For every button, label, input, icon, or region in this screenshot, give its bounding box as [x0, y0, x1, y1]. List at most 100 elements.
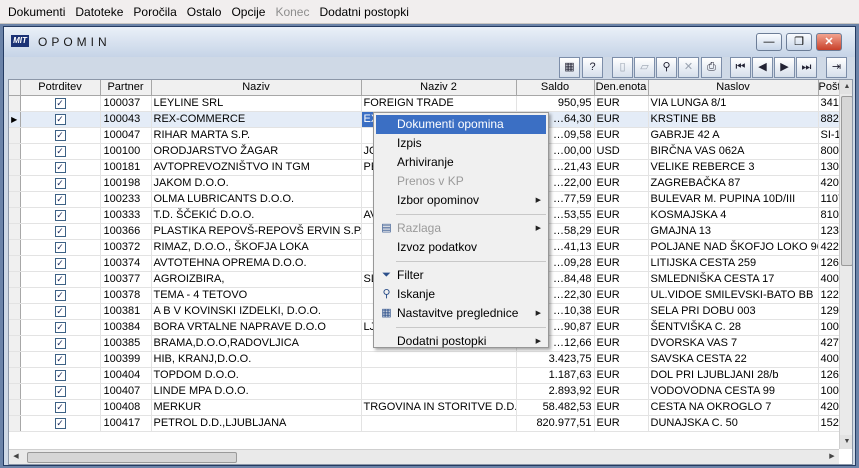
last-record-button[interactable]: ⏭	[796, 57, 817, 78]
cell-partner[interactable]: 100372	[100, 239, 152, 256]
new-document-button[interactable]: ▯	[612, 57, 633, 78]
column-header[interactable]: Potrditev	[20, 80, 101, 96]
row-indicator[interactable]	[9, 351, 21, 368]
cell-posta[interactable]: 4202	[818, 399, 840, 416]
cell-den[interactable]: EUR	[594, 319, 649, 336]
potrditev-checkbox[interactable]: ✓	[54, 161, 66, 173]
cell-naslov[interactable]: ZAGREBAČKA 87	[648, 175, 819, 192]
cell-den[interactable]: EUR	[594, 95, 649, 112]
cell-naziv2[interactable]: TRGOVINA IN STORITVE D.D.	[361, 399, 517, 416]
potrditev-checkbox[interactable]: ✓	[54, 353, 66, 365]
vertical-scrollbar[interactable]: ▲ ▼	[839, 80, 852, 449]
potrditev-checkbox[interactable]: ✓	[54, 321, 66, 333]
column-header[interactable]: Saldo	[516, 80, 595, 96]
potrditev-checkbox[interactable]: ✓	[54, 97, 66, 109]
cell-naslov[interactable]: VODOVODNA CESTA 99	[648, 383, 819, 400]
cell-saldo[interactable]: 1.187,63	[516, 367, 595, 384]
cell-posta[interactable]: 1000	[818, 319, 840, 336]
row-indicator[interactable]	[9, 239, 21, 256]
cell-den[interactable]: EUR	[594, 415, 649, 432]
cell-partner[interactable]: 100198	[100, 175, 152, 192]
cell-naslov[interactable]: DOL PRI LJUBLJANI 28/b	[648, 367, 819, 384]
cell-naziv[interactable]: LEYLINE SRL	[151, 95, 362, 112]
potrditev-checkbox[interactable]: ✓	[54, 113, 66, 125]
cell-saldo[interactable]: 58.482,53	[516, 399, 595, 416]
context-item-filter[interactable]: ⏷ Filter	[376, 266, 546, 285]
cell-posta[interactable]: SI-135	[818, 127, 840, 144]
cell-naziv[interactable]: PLASTIKA REPOVŠ-REPOVŠ ERVIN S.P.	[151, 223, 362, 240]
column-header[interactable]: Naslov	[648, 80, 819, 96]
row-indicator[interactable]	[9, 303, 21, 320]
cell-naziv2[interactable]	[361, 351, 517, 368]
cell-partner[interactable]: 100377	[100, 271, 152, 288]
current-row-indicator-icon[interactable]: ▶	[9, 111, 21, 128]
column-header[interactable]: Pošta	[818, 80, 840, 96]
cell-posta[interactable]: 81000	[818, 207, 840, 224]
cell-naziv2[interactable]	[361, 367, 517, 384]
cell-naziv[interactable]: ORODJARSTVO ŽAGAR	[151, 143, 362, 160]
row-indicator[interactable]	[9, 191, 21, 208]
cell-posta[interactable]: 1261 L	[818, 255, 840, 272]
cell-naziv[interactable]: PETROL D.D.,LJUBLJANA	[151, 415, 362, 432]
cell-naslov[interactable]: GABRJE 42 A	[648, 127, 819, 144]
cell-naslov[interactable]: ŠENTVIŠKA C. 28	[648, 319, 819, 336]
cell-naslov[interactable]: DVORSKA VAS 7	[648, 335, 819, 352]
cell-den[interactable]: EUR	[594, 207, 649, 224]
search-button[interactable]: ⚲	[656, 57, 677, 78]
cell-naslov[interactable]: LITIJSKA CESTA 259	[648, 255, 819, 272]
cell-naslov[interactable]: VELIKE REBERCE 3	[648, 159, 819, 176]
cell-partner[interactable]: 100378	[100, 287, 152, 304]
menu-dodatni-postopki[interactable]: Dodatni postopki	[315, 5, 414, 19]
table-row[interactable]: ✓ 100404 TOPDOM D.O.O. 1.187,63 EUR DOL PRI L…	[9, 367, 840, 384]
potrditev-checkbox[interactable]: ✓	[54, 289, 66, 301]
row-indicator[interactable]	[9, 335, 21, 352]
cell-naziv[interactable]: RIMAZ, D.O.O., ŠKOFJA LOKA	[151, 239, 362, 256]
cell-posta[interactable]: 1303	[818, 159, 840, 176]
cell-naslov[interactable]: KRSTINE BB	[648, 111, 819, 128]
cell-naziv[interactable]: JAKOM D.O.O.	[151, 175, 362, 192]
menu-porocila[interactable]: Poročila	[129, 5, 182, 19]
cell-posta[interactable]: 4275	[818, 335, 840, 352]
cell-saldo[interactable]: 2.893,92	[516, 383, 595, 400]
cell-partner[interactable]: 100037	[100, 95, 152, 112]
cell-posta[interactable]: 4000	[818, 271, 840, 288]
table-row[interactable]: ✓ 100037 LEYLINE SRL FOREIGN TRADE 950,95 EUR…	[9, 95, 840, 112]
row-indicator[interactable]	[9, 287, 21, 304]
row-indicator[interactable]	[9, 367, 21, 384]
cell-naslov[interactable]: SMLEDNIŠKA CESTA 17	[648, 271, 819, 288]
scroll-up-icon[interactable]: ▲	[840, 80, 852, 94]
row-indicator[interactable]	[9, 95, 21, 112]
cell-partner[interactable]: 100385	[100, 335, 152, 352]
cell-den[interactable]: EUR	[594, 175, 649, 192]
help-button[interactable]: ?	[582, 57, 603, 78]
cell-den[interactable]: EUR	[594, 191, 649, 208]
context-item-dokumenti-opomina[interactable]: Dokumenti opomina	[376, 115, 546, 134]
cell-posta[interactable]: 1220	[818, 287, 840, 304]
potrditev-checkbox[interactable]: ✓	[54, 273, 66, 285]
cell-partner[interactable]: 100399	[100, 351, 152, 368]
row-indicator[interactable]	[9, 223, 21, 240]
cell-naziv[interactable]: AVTOPREVOZNIŠTVO IN TGM	[151, 159, 362, 176]
row-indicator[interactable]	[9, 207, 21, 224]
potrditev-checkbox[interactable]: ✓	[54, 145, 66, 157]
previous-record-button[interactable]: ◀	[752, 57, 773, 78]
row-indicator[interactable]	[9, 143, 21, 160]
cell-den[interactable]: EUR	[594, 111, 649, 128]
cell-naziv[interactable]: MERKUR	[151, 399, 362, 416]
restore-button[interactable]: ❐	[786, 33, 812, 51]
cell-den[interactable]: EUR	[594, 127, 649, 144]
cell-naslov[interactable]: BIRČNA VAS 062A	[648, 143, 819, 160]
menu-opcije[interactable]: Opcije	[227, 5, 271, 19]
cell-den[interactable]: EUR	[594, 367, 649, 384]
cell-den[interactable]: EUR	[594, 303, 649, 320]
minimize-button[interactable]: —	[756, 33, 782, 51]
cell-den[interactable]: EUR	[594, 255, 649, 272]
cell-partner[interactable]: 100417	[100, 415, 152, 432]
cell-naziv[interactable]: OLMA LUBRICANTS D.O.O.	[151, 191, 362, 208]
potrditev-checkbox[interactable]: ✓	[54, 193, 66, 205]
cell-saldo[interactable]: 950,95	[516, 95, 595, 112]
cell-posta[interactable]: 34170	[818, 95, 840, 112]
delete-button[interactable]: ✕	[678, 57, 699, 78]
cell-posta[interactable]: 88266	[818, 111, 840, 128]
menu-datoteke[interactable]: Datoteke	[71, 5, 129, 19]
